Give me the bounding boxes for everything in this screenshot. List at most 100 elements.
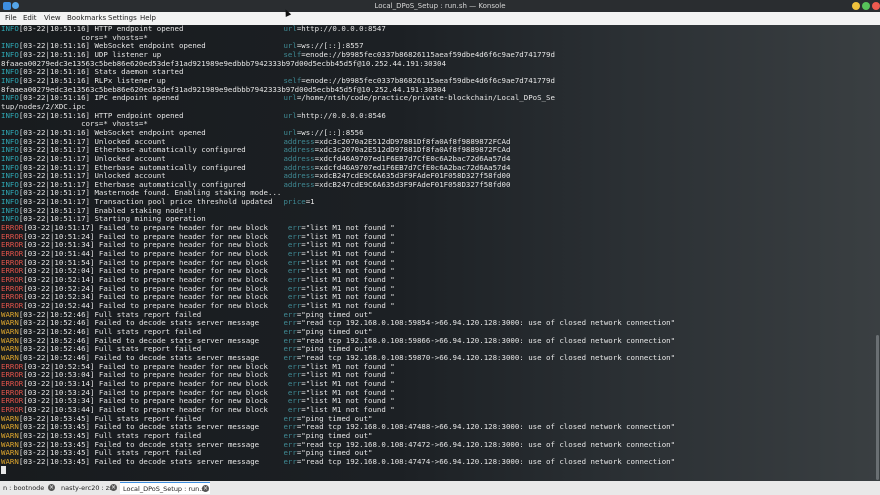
log-level: INFO xyxy=(1,197,19,207)
log-timestamp: [03-22|10:53:24] xyxy=(23,387,95,397)
log-level: ERROR xyxy=(1,396,24,406)
terminal-output[interactable]: INFO[03-22|10:51:16] HTTP endpoint opene… xyxy=(0,25,880,481)
log-level: ERROR xyxy=(1,266,24,276)
log-key: err xyxy=(283,318,297,328)
log-key: err xyxy=(283,448,297,458)
log-timestamp: [03-22|10:51:54] xyxy=(23,257,95,267)
log-timestamp: [03-22|10:51:17] xyxy=(18,214,91,224)
log-level: INFO xyxy=(1,171,19,181)
log-value: ="ping timed out" xyxy=(296,326,373,336)
log-key: err xyxy=(287,223,302,233)
log-timestamp: [03-22|10:51:34] xyxy=(23,240,95,250)
log-level: INFO xyxy=(1,127,19,137)
log-timestamp: [03-22|10:52:44] xyxy=(23,301,95,310)
log-level: INFO xyxy=(1,110,19,120)
log-timestamp: [03-22|10:52:54] xyxy=(23,361,95,371)
log-key: err xyxy=(287,283,302,293)
menu-settings[interactable]: Settings xyxy=(108,12,137,25)
menu-edit[interactable]: Edit xyxy=(23,12,37,25)
log-level: INFO xyxy=(1,179,19,189)
tab-label: n : bootnode xyxy=(3,484,45,492)
log-level: INFO xyxy=(1,145,19,155)
log-line: WARN[03-22|10:53:45] Failed to decode st… xyxy=(1,456,675,467)
log-timestamp: [03-22|10:53:45] xyxy=(18,430,91,440)
log-value: =http://0.0.0.0:8546 xyxy=(296,110,386,120)
log-value: ="read tcp 192.168.0.108:59854->66.94.12… xyxy=(296,318,676,328)
maximize-button[interactable] xyxy=(862,2,870,10)
log-timestamp: [03-22|10:51:24] xyxy=(23,231,95,241)
log-key: err xyxy=(283,309,297,319)
log-key: err xyxy=(283,422,297,432)
log-level: WARN xyxy=(1,430,19,440)
log-value: ="list M1 not found " xyxy=(301,223,395,233)
log-timestamp: [03-22|10:52:34] xyxy=(23,292,95,302)
tab-bootnode[interactable]: n : bootnode × xyxy=(0,482,56,494)
log-timestamp: [03-22|10:51:17] xyxy=(18,136,91,146)
menu-bookmarks[interactable]: Bookmarks xyxy=(67,12,106,25)
close-window-button[interactable] xyxy=(872,2,880,10)
log-value: ="ping timed out" xyxy=(296,413,373,423)
tab-nasty-erc20[interactable]: nasty-erc20 : zsh × xyxy=(58,482,118,494)
minimize-button[interactable] xyxy=(852,2,860,10)
log-level: ERROR xyxy=(1,301,24,310)
log-level: INFO xyxy=(1,205,19,215)
log-continuation: tup/nodes/2/XDC.ipc xyxy=(1,101,86,111)
log-key: err xyxy=(287,404,302,414)
window-titlebar[interactable]: Local_DPoS_Setup : run.sh — Konsole xyxy=(0,0,880,12)
log-key: err xyxy=(287,387,302,397)
log-value: ="ping timed out" xyxy=(296,448,373,458)
menu-help[interactable]: Help xyxy=(140,12,156,25)
log-value: =http://0.0.0.0:8547 xyxy=(296,25,386,33)
log-timestamp: [03-22|10:53:14] xyxy=(23,378,95,388)
log-level: WARN xyxy=(1,335,19,345)
log-level: INFO xyxy=(1,49,19,59)
log-key: address xyxy=(283,171,315,181)
log-timestamp: [03-22|10:51:17] xyxy=(18,188,91,198)
log-key: err xyxy=(287,301,302,310)
log-value: =xdcfd46A9707ed1F6EB7d7CfE0c6A2bac72d6Aa… xyxy=(314,162,511,172)
tab-local-dpos-setup[interactable]: Local_DPoS_Setup : run.sh × xyxy=(120,482,210,494)
log-key: err xyxy=(287,240,302,250)
log-timestamp: [03-22|10:53:45] xyxy=(18,439,91,449)
log-continuation: 8faaea00279edc3e13563c5beb86e620ed53def3… xyxy=(1,84,446,94)
log-level: WARN xyxy=(1,318,19,328)
log-key: url xyxy=(283,25,297,33)
log-value: =xdcfd46A9707ed1F6EB7d7CfE0c6A2bac72d6Aa… xyxy=(314,153,511,163)
log-timestamp: [03-22|10:53:44] xyxy=(23,404,95,414)
log-level: ERROR xyxy=(1,283,24,293)
menu-file[interactable]: File xyxy=(5,12,17,25)
log-timestamp: [03-22|10:52:24] xyxy=(23,283,95,293)
log-level: ERROR xyxy=(1,240,24,250)
close-tab-icon[interactable]: × xyxy=(110,484,117,491)
close-tab-icon[interactable]: × xyxy=(202,485,209,492)
scrollbar[interactable] xyxy=(876,335,879,480)
log-message: Failed to decode stats server message xyxy=(94,456,260,466)
log-level: ERROR xyxy=(1,257,24,267)
log-timestamp: [03-22|10:52:46] xyxy=(18,335,91,345)
log-level: INFO xyxy=(1,153,19,163)
log-timestamp: [03-22|10:51:16] xyxy=(18,110,91,120)
log-timestamp: [03-22|10:51:16] xyxy=(18,75,91,85)
log-timestamp: [03-22|10:52:14] xyxy=(23,275,95,285)
log-value: ="list M1 not found " xyxy=(301,292,395,302)
log-level: ERROR xyxy=(1,378,24,388)
log-key: err xyxy=(287,249,302,259)
log-level: ERROR xyxy=(1,249,24,259)
log-timestamp: [03-22|10:53:45] xyxy=(18,456,91,466)
close-tab-icon[interactable]: × xyxy=(48,484,55,491)
log-level: ERROR xyxy=(1,404,24,414)
log-key: err xyxy=(283,456,297,466)
log-value: ="ping timed out" xyxy=(296,344,373,354)
menu-view[interactable]: View xyxy=(44,12,61,25)
log-level: WARN xyxy=(1,422,19,432)
window-title: Local_DPoS_Setup : run.sh — Konsole xyxy=(374,2,506,10)
log-timestamp: [03-22|10:51:17] xyxy=(18,197,91,207)
log-message: IPC endpoint opened xyxy=(94,93,180,103)
log-level: WARN xyxy=(1,352,19,362)
log-value: =enode://b9985fec0337b86826115aeaf59dbe4… xyxy=(301,49,555,59)
log-timestamp: [03-22|10:51:17] xyxy=(18,162,91,172)
log-timestamp: [03-22|10:52:46] xyxy=(18,344,91,354)
log-value: =ws://[::]:8557 xyxy=(296,41,364,51)
log-value: ="list M1 not found " xyxy=(301,275,395,285)
log-key: err xyxy=(287,257,302,267)
